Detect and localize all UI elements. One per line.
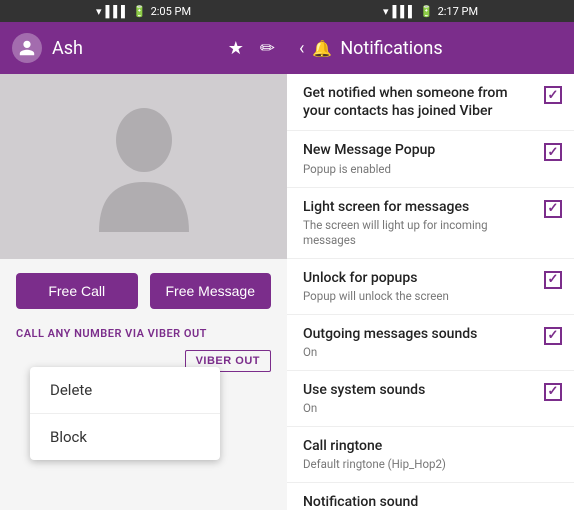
free-call-button[interactable]: Free Call [16,273,138,309]
edit-icon[interactable]: ✏ [260,38,275,59]
bell-icon: 🔔 [312,39,332,58]
notification-subtitle: Popup is enabled [303,162,536,177]
signal-icon-right: ▌▌▌ [392,5,415,18]
dropdown-menu: Delete Block [30,367,220,460]
status-bar-left: ▾ ▌▌▌ 🔋 2:05 PM [0,0,287,22]
checkbox[interactable] [544,143,562,161]
wifi-icon: ▾ [96,5,102,18]
viber-out-link[interactable]: CALL ANY NUMBER VIA VIBER OUT [0,323,287,348]
contact-header: Ash ★ ✏ [0,22,287,74]
dropdown-item-block[interactable]: Block [30,414,220,460]
wifi-icon-right: ▾ [383,5,389,18]
notification-title: Use system sounds [303,381,536,399]
notifications-title: Notifications [340,38,442,59]
notifications-list: Get notified when someone from your cont… [287,74,574,510]
status-time-right: 2:17 PM [438,5,478,18]
contact-name: Ash [52,38,218,59]
notifications-header: ‹ 🔔 Notifications [287,22,574,74]
right-panel: ▾ ▌▌▌ 🔋 2:17 PM ‹ 🔔 Notifications Get no… [287,0,574,510]
notification-subtitle: On [303,345,536,360]
notification-subtitle: Popup will unlock the screen [303,289,536,304]
checkbox[interactable] [544,271,562,289]
free-message-button[interactable]: Free Message [150,273,272,309]
status-bar-right: ▾ ▌▌▌ 🔋 2:17 PM [287,0,574,22]
notification-item[interactable]: Light screen for messages The screen will… [287,188,574,259]
header-icons: ★ ✏ [228,38,275,59]
star-icon[interactable]: ★ [228,38,244,59]
avatar [12,33,42,63]
notification-item: Notification soundDefault ringtone (Pixi… [287,483,574,510]
checkbox[interactable] [544,86,562,104]
notification-item[interactable]: Unlock for popups Popup will unlock the s… [287,259,574,315]
checkbox[interactable] [544,200,562,218]
notification-item: Call ringtone Default ringtone (Hip_Hop2) [287,427,574,483]
notification-subtitle: On [303,401,536,416]
person-icon [18,39,36,57]
notification-subtitle: The screen will light up for incoming me… [303,218,536,248]
back-icon[interactable]: ‹ [299,38,304,59]
notification-item[interactable]: Outgoing messages sounds On [287,315,574,371]
action-buttons: Free Call Free Message [0,259,287,323]
checkbox[interactable] [544,383,562,401]
profile-photo [0,74,287,259]
battery-icon: 🔋 [133,5,147,18]
status-time-left: 2:05 PM [151,5,191,18]
notification-title: Notification sound [303,493,554,510]
signal-icon: ▌▌▌ [105,5,128,18]
left-panel: ▾ ▌▌▌ 🔋 2:05 PM Ash ★ ✏ Free Call Free M… [0,0,287,510]
battery-icon-right: 🔋 [420,5,434,18]
notification-title: Call ringtone [303,437,554,455]
notification-item[interactable]: New Message Popup Popup is enabled [287,131,574,187]
dropdown-item-delete[interactable]: Delete [30,367,220,414]
notification-title: New Message Popup [303,141,536,159]
checkbox[interactable] [544,327,562,345]
notification-title: Get notified when someone from your cont… [303,84,536,120]
notification-item[interactable]: Get notified when someone from your cont… [287,74,574,131]
notification-item[interactable]: Use system sounds On [287,371,574,427]
notification-subtitle: Default ringtone (Hip_Hop2) [303,457,554,472]
notification-title: Unlock for popups [303,269,536,287]
notification-title: Outgoing messages sounds [303,325,536,343]
notification-title: Light screen for messages [303,198,536,216]
profile-silhouette [94,102,194,232]
